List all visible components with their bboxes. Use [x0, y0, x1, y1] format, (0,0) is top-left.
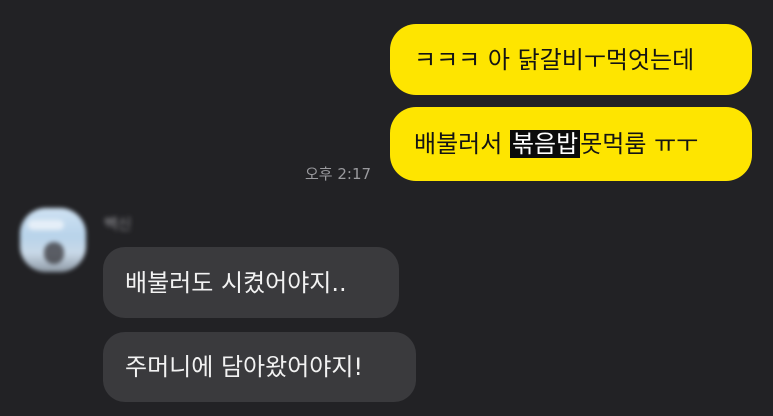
- sent-message[interactable]: 배불러서 볶음밥 못먹룸 ㅠㅜ: [390, 107, 752, 181]
- sender-name: 빽신: [104, 215, 132, 233]
- chat-room: ㅋㅋㅋ 아 닭갈비ㅜ먹엇는데 배불러서 볶음밥 못먹룸 ㅠㅜ 오후 2:17 빽신…: [0, 0, 773, 416]
- received-message[interactable]: 배불러도 시켰어야지..: [103, 247, 399, 318]
- received-message-text: 배불러도 시켰어야지..: [125, 268, 347, 297]
- received-message-text: 주머니에 담아왔어야지!: [125, 353, 364, 381]
- highlighted-text: 볶음밥: [509, 130, 581, 158]
- sent-message-text-after: 못먹룸 ㅠㅜ: [580, 130, 699, 158]
- sent-message[interactable]: ㅋㅋㅋ 아 닭갈비ㅜ먹엇는데: [390, 24, 752, 95]
- contact-avatar[interactable]: [20, 208, 86, 272]
- avatar-figure: [44, 242, 64, 264]
- message-timestamp: 오후 2:17: [305, 165, 372, 183]
- received-message[interactable]: 주머니에 담아왔어야지!: [103, 332, 416, 402]
- sent-message-text: ㅋㅋㅋ 아 닭갈비ㅜ먹엇는데: [414, 45, 695, 74]
- sent-message-text-before: 배불러서: [414, 130, 510, 158]
- avatar-cloud: [28, 220, 64, 230]
